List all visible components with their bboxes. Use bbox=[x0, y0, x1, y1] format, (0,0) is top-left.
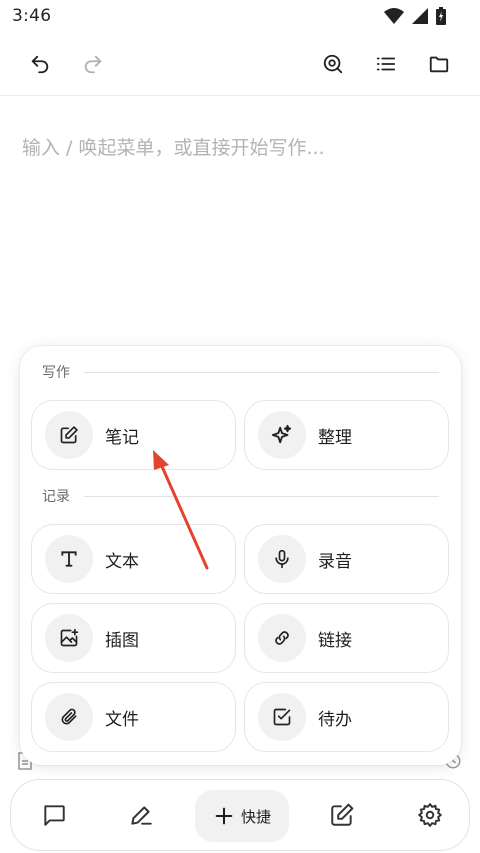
bottom-bar: 快捷 bbox=[10, 779, 470, 851]
quick-add-button[interactable]: 快捷 bbox=[195, 790, 289, 842]
quick-add-label: 快捷 bbox=[240, 807, 271, 826]
editor-input[interactable]: 输入 / 唤起菜单，或直接开始写作... bbox=[22, 133, 325, 160]
gear-icon bbox=[417, 802, 443, 828]
redo-icon bbox=[82, 53, 104, 75]
plus-icon bbox=[213, 805, 235, 827]
menu-item-link[interactable]: 链接 bbox=[244, 603, 449, 673]
menu-item-record[interactable]: 录音 bbox=[244, 524, 449, 594]
paperclip-icon bbox=[45, 693, 93, 741]
status-icons bbox=[384, 7, 446, 25]
search-icon bbox=[322, 53, 344, 75]
image-add-icon bbox=[45, 614, 93, 662]
status-time: 3:46 bbox=[12, 6, 52, 26]
redo-button[interactable] bbox=[71, 42, 115, 86]
section-header-writing: 写作 bbox=[42, 362, 439, 382]
pen-icon bbox=[128, 802, 154, 828]
editor-toolbar bbox=[0, 42, 480, 86]
menu-item-label: 文本 bbox=[105, 551, 139, 572]
toolbar-divider bbox=[0, 95, 480, 96]
menu-item-todo[interactable]: 待办 bbox=[244, 682, 449, 752]
menu-item-label: 录音 bbox=[318, 551, 352, 572]
section-label: 记录 bbox=[42, 489, 70, 505]
search-button[interactable] bbox=[311, 42, 355, 86]
menu-item-image[interactable]: 插图 bbox=[31, 603, 236, 673]
quick-menu-panel: 写作 笔记 整理 记录 文本 录音 插图 链接 文件 待办 bbox=[20, 346, 461, 765]
menu-item-text[interactable]: 文本 bbox=[31, 524, 236, 594]
menu-item-label: 链接 bbox=[318, 630, 352, 651]
chat-button[interactable] bbox=[32, 793, 76, 837]
folder-button[interactable] bbox=[417, 42, 461, 86]
compose-button[interactable] bbox=[320, 793, 364, 837]
text-icon bbox=[45, 535, 93, 583]
sparkle-icon bbox=[258, 411, 306, 459]
menu-item-label: 文件 bbox=[105, 709, 139, 730]
menu-item-file[interactable]: 文件 bbox=[31, 682, 236, 752]
wifi-icon bbox=[384, 7, 404, 25]
menu-item-organize[interactable]: 整理 bbox=[244, 400, 449, 470]
compose-icon bbox=[329, 802, 355, 828]
link-icon bbox=[258, 614, 306, 662]
list-icon bbox=[375, 53, 397, 75]
chat-icon bbox=[41, 802, 67, 828]
mic-icon bbox=[258, 535, 306, 583]
status-bar: 3:46 bbox=[0, 0, 480, 34]
menu-item-label: 插图 bbox=[105, 630, 139, 651]
menu-item-label: 待办 bbox=[318, 709, 352, 730]
outline-button[interactable] bbox=[364, 42, 408, 86]
battery-icon bbox=[436, 7, 446, 25]
section-header-record: 记录 bbox=[42, 486, 439, 506]
menu-item-note[interactable]: 笔记 bbox=[31, 400, 236, 470]
settings-button[interactable] bbox=[408, 793, 452, 837]
section-divider bbox=[84, 371, 439, 373]
menu-item-label: 整理 bbox=[318, 427, 352, 448]
edit-note-icon bbox=[45, 411, 93, 459]
undo-icon bbox=[29, 53, 51, 75]
checkbox-icon bbox=[258, 693, 306, 741]
undo-button[interactable] bbox=[18, 42, 62, 86]
section-divider bbox=[84, 495, 439, 497]
menu-item-label: 笔记 bbox=[105, 427, 139, 448]
folder-icon bbox=[428, 53, 450, 75]
cellular-icon bbox=[412, 7, 428, 25]
section-label: 写作 bbox=[42, 365, 70, 381]
pen-button[interactable] bbox=[119, 793, 163, 837]
